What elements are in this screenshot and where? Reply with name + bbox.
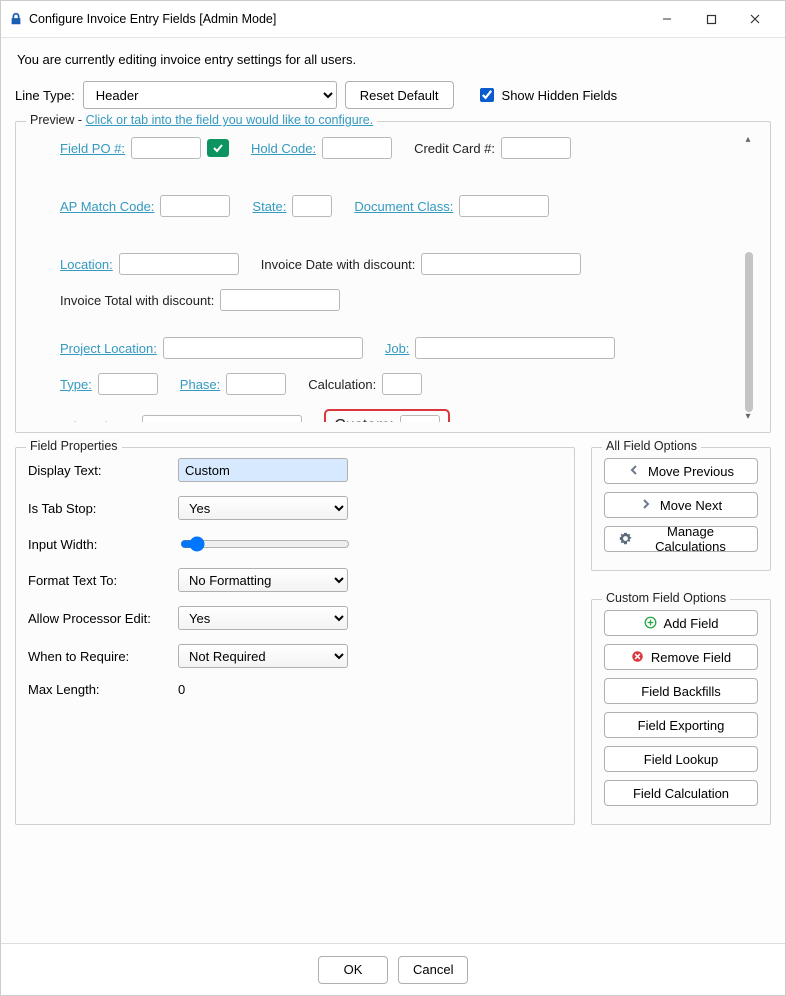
location-input[interactable] [119,253,239,275]
require-select[interactable]: Not Required [178,644,348,668]
preview-legend-link[interactable]: Click or tab into the field you would li… [86,113,374,127]
field-backfills-button[interactable]: Field Backfills [604,678,758,704]
custom-input[interactable] [400,415,440,422]
close-button[interactable] [733,7,777,31]
intro-text: You are currently editing invoice entry … [15,48,771,79]
invoice-date-disc-label: Invoice Date with discount: [261,257,416,272]
ap-match-code-input[interactable] [160,195,230,217]
job-label[interactable]: Job: [385,341,410,356]
allow-proc-label: Allow Processor Edit: [28,611,178,626]
titlebar: Configure Invoice Entry Fields [Admin Mo… [1,1,785,38]
minimize-button[interactable] [645,7,689,31]
phase-label[interactable]: Phase: [180,377,220,392]
show-hidden-input[interactable] [480,88,494,102]
x-circle-icon [631,650,645,664]
invoice-total-disc-label: Invoice Total with discount: [60,293,214,308]
field-lookup-button[interactable]: Field Lookup [604,746,758,772]
max-length-label: Max Length: [28,682,178,697]
field-po-input[interactable] [131,137,201,159]
line-type-select[interactable]: Header [83,81,337,109]
calculation-label: Calculation: [308,377,376,392]
manage-calculations-button[interactable]: Manage Calculations [604,526,758,552]
line-type-label: Line Type: [15,88,75,103]
chevron-left-icon [628,464,642,478]
plus-circle-icon [644,616,658,630]
footer: OK Cancel [1,943,785,995]
type-label[interactable]: Type: [60,377,92,392]
invoice-total-disc-input[interactable] [220,289,340,311]
add-field-button[interactable]: Add Field [604,610,758,636]
format-select[interactable]: No Formatting [178,568,348,592]
tab-stop-select[interactable]: Yes [178,496,348,520]
job-input[interactable] [415,337,615,359]
require-label: When to Require: [28,649,178,664]
credit-card-label: Credit Card #: [414,141,495,156]
custom-field-selected[interactable]: Custom: [324,409,450,422]
input-width-label: Input Width: [28,537,178,552]
job-phase-input[interactable] [142,415,302,422]
ap-match-code-label[interactable]: AP Match Code: [60,199,154,214]
custom-label: Custom: [334,417,394,422]
field-properties-legend: Field Properties [26,439,122,453]
show-hidden-checkbox[interactable]: Show Hidden Fields [476,85,618,105]
hold-code-input[interactable] [322,137,392,159]
format-label: Format Text To: [28,573,178,588]
display-text-input[interactable] [178,458,348,482]
job-phase-label[interactable]: Job + Phase: [60,419,136,423]
chevron-right-icon [640,498,654,512]
move-next-button[interactable]: Move Next [604,492,758,518]
custom-field-options-group: Custom Field Options Add Field Remove Fi… [591,599,771,825]
phase-input[interactable] [226,373,286,395]
tab-stop-label: Is Tab Stop: [28,501,178,516]
hold-code-label[interactable]: Hold Code: [251,141,316,156]
lock-icon [9,12,23,26]
credit-card-input[interactable] [501,137,571,159]
scrollbar-track[interactable] [742,141,756,414]
state-input[interactable] [292,195,332,217]
max-length-value: 0 [178,682,378,697]
all-field-options-group: All Field Options Move Previous Move Nex… [591,447,771,571]
window-title: Configure Invoice Entry Fields [Admin Mo… [29,12,276,26]
scrollbar-thumb[interactable] [745,252,753,412]
display-text-label: Display Text: [28,463,178,478]
cancel-button[interactable]: Cancel [398,956,468,984]
location-label[interactable]: Location: [60,257,113,272]
project-location-label[interactable]: Project Location: [60,341,157,356]
checkmark-icon[interactable] [207,139,229,157]
scroll-down-icon[interactable]: ▾ [742,410,754,422]
field-properties-group: Field Properties Display Text: Is Tab St… [15,447,575,825]
field-calculation-button[interactable]: Field Calculation [604,780,758,806]
input-width-slider[interactable] [180,536,350,552]
type-input[interactable] [98,373,158,395]
field-exporting-button[interactable]: Field Exporting [604,712,758,738]
state-label[interactable]: State: [252,199,286,214]
show-hidden-label: Show Hidden Fields [502,88,618,103]
preview-legend: Preview - Click or tab into the field yo… [26,113,377,127]
preview-scroll-area[interactable]: Field PO #: Hold Code: Credit Card #: AP… [28,132,758,422]
maximize-button[interactable] [689,7,733,31]
project-location-input[interactable] [163,337,363,359]
gear-icon [619,532,632,546]
custom-field-options-legend: Custom Field Options [602,591,730,605]
move-previous-button[interactable]: Move Previous [604,458,758,484]
document-class-label[interactable]: Document Class: [354,199,453,214]
document-class-input[interactable] [459,195,549,217]
preview-group: Preview - Click or tab into the field yo… [15,121,771,433]
all-field-options-legend: All Field Options [602,439,701,453]
ok-button[interactable]: OK [318,956,388,984]
field-po-label[interactable]: Field PO #: [60,141,125,156]
allow-proc-select[interactable]: Yes [178,606,348,630]
invoice-date-disc-input[interactable] [421,253,581,275]
window-root: Configure Invoice Entry Fields [Admin Mo… [0,0,786,996]
reset-default-button[interactable]: Reset Default [345,81,454,109]
calculation-input[interactable] [382,373,422,395]
remove-field-button[interactable]: Remove Field [604,644,758,670]
